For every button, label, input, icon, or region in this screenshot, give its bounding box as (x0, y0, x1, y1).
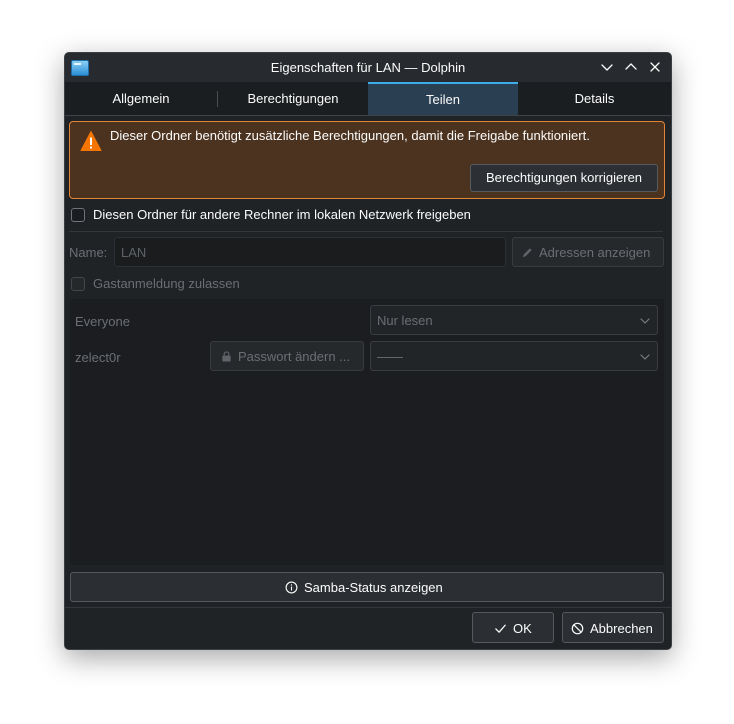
lock-icon (222, 351, 231, 362)
ok-button[interactable]: OK (472, 612, 554, 643)
user-name-zelect0r: zelect0r (75, 350, 121, 365)
share-name-input[interactable]: LAN (114, 237, 506, 267)
title-bar[interactable]: Eigenschaften für LAN — Dolphin (65, 53, 671, 82)
maximize-icon[interactable] (623, 59, 639, 75)
divider (69, 231, 663, 232)
share-name-value: LAN (121, 245, 147, 260)
show-addresses-button[interactable]: Adressen anzeigen (512, 237, 664, 267)
change-password-button[interactable]: Passwort ändern ... (210, 341, 364, 371)
everyone-permission-select[interactable]: Nur lesen (370, 305, 658, 335)
zelect0r-permission-select[interactable]: —— (370, 341, 658, 371)
everyone-permission-value: Nur lesen (377, 313, 433, 328)
fix-permissions-button[interactable]: Berechtigungen korrigieren (470, 164, 658, 192)
guest-checkbox-label: Gastanmeldung zulassen (93, 276, 240, 291)
samba-status-button[interactable]: Samba-Status anzeigen (70, 572, 664, 602)
footer-divider (65, 607, 671, 608)
share-checkbox[interactable] (71, 208, 85, 222)
cancel-label: Abbrechen (590, 621, 653, 636)
properties-dialog: Eigenschaften für LAN — Dolphin Allgemei… (64, 52, 672, 650)
tab-bar: Allgemein Berechtigungen Teilen Details (65, 82, 671, 116)
show-addresses-label: Adressen anzeigen (539, 245, 651, 260)
chevron-down-icon (640, 354, 650, 360)
warning-message: Dieser Ordner benötigt zusätzliche Berec… (110, 128, 590, 143)
minimize-icon[interactable] (599, 59, 615, 75)
tab-allgemein[interactable]: Allgemein (65, 82, 217, 115)
name-label: Name: (69, 245, 108, 260)
tab-berechtigungen[interactable]: Berechtigungen (218, 82, 368, 115)
info-icon (285, 581, 298, 594)
user-permissions-table: Everyone Nur lesen zelect0r Passwort änd… (70, 299, 664, 565)
pen-icon (522, 248, 532, 258)
chevron-down-icon (640, 318, 650, 324)
cancel-button[interactable]: Abbrechen (562, 612, 664, 643)
close-icon[interactable] (647, 59, 663, 75)
checkmark-icon (495, 624, 506, 633)
ok-label: OK (513, 621, 532, 636)
guest-checkbox[interactable] (71, 277, 85, 291)
change-password-label: Passwort ändern ... (238, 349, 350, 364)
samba-status-label: Samba-Status anzeigen (304, 580, 443, 595)
user-name-everyone: Everyone (75, 314, 130, 329)
zelect0r-permission-value: —— (377, 349, 403, 364)
tab-details[interactable]: Details (518, 82, 671, 115)
tab-teilen[interactable]: Teilen (368, 82, 518, 115)
window-title: Eigenschaften für LAN — Dolphin (270, 60, 466, 75)
cancel-icon (571, 622, 584, 635)
warning-triangle-icon (80, 130, 102, 152)
share-checkbox-label[interactable]: Diesen Ordner für andere Rechner im loka… (93, 207, 471, 222)
permission-warning-banner: Dieser Ordner benötigt zusätzliche Berec… (69, 121, 665, 199)
